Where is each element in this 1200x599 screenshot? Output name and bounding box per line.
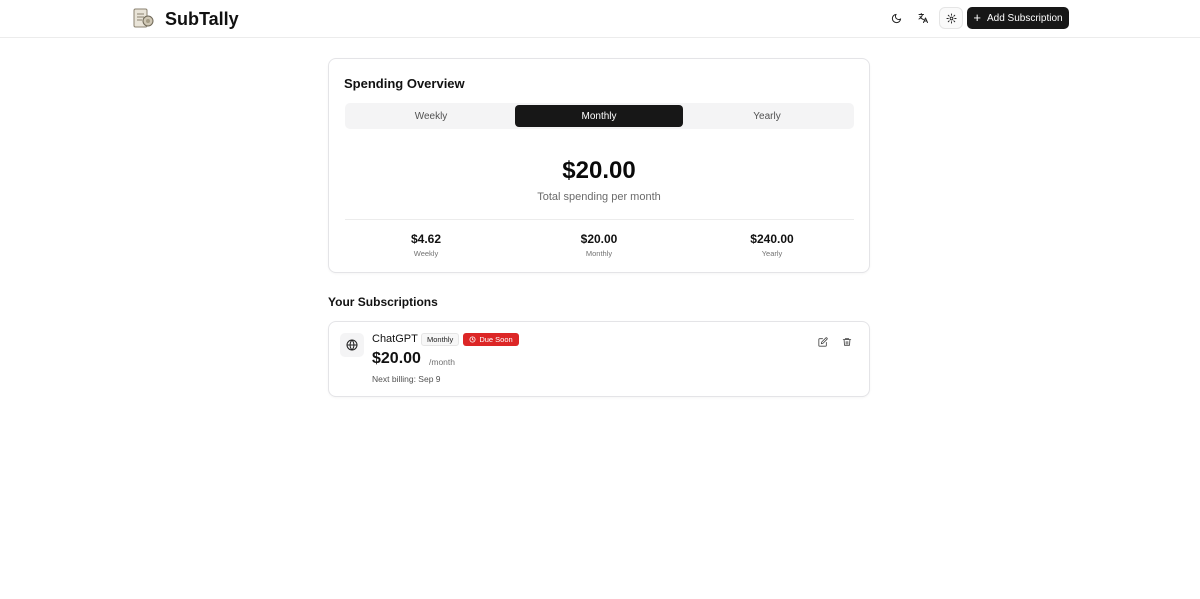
stat-monthly-value: $20.00 [580,232,618,246]
theme-toggle-button[interactable] [884,7,908,29]
app-title: SubTally [165,9,239,29]
delete-button[interactable] [840,335,854,349]
next-billing: Next billing: Sep 9 [372,374,441,384]
stat-monthly: $20.00 Monthly [539,232,659,258]
tab-monthly[interactable]: Monthly [515,105,683,127]
overview-title: Spending Overview [344,76,465,91]
subscription-price: $20.00 [372,350,421,367]
period-tabs: Weekly Monthly Yearly [345,103,854,129]
spending-overview-card: Spending Overview Weekly Monthly Yearly … [328,58,870,273]
language-button[interactable] [911,7,935,29]
gear-icon [945,12,957,24]
settings-button[interactable] [939,7,963,29]
clock-icon [469,336,476,343]
stat-weekly-label: Weekly [413,249,439,258]
language-icon [918,13,928,23]
stat-yearly-value: $240.00 [750,232,794,246]
app-logo [132,6,154,30]
add-subscription-button[interactable]: + Add Subscription [967,7,1069,29]
subscription-card[interactable]: ChatGPT Monthly Due Soon $20.00 /month N… [328,321,870,397]
stat-yearly-label: Yearly [761,249,783,258]
plus-icon: + [973,10,981,25]
receipt-logo-icon [133,8,154,28]
due-soon-badge: Due Soon [463,333,519,346]
subscription-icon [340,333,364,357]
add-subscription-label: Add Subscription [986,12,1063,24]
app-header: SubTally + Add Subscription [0,0,1200,38]
globe-icon [346,339,358,351]
total-amount: $20.00 [562,157,636,184]
tab-weekly[interactable]: Weekly [347,105,515,127]
subscription-period: /month [429,357,455,367]
stat-weekly-value: $4.62 [410,232,442,246]
stat-weekly: $4.62 Weekly [366,232,486,258]
tab-yearly[interactable]: Yearly [683,105,851,127]
total-caption: Total spending per month [537,191,661,203]
trash-icon [842,338,852,346]
due-soon-label: Due Soon [479,335,513,344]
subscriptions-title: Your Subscriptions [328,295,438,309]
edit-icon [818,337,828,347]
billing-cycle-badge: Monthly [421,333,460,346]
edit-button[interactable] [816,335,830,349]
stat-yearly: $240.00 Yearly [712,232,832,258]
divider [345,219,854,220]
subscription-name: ChatGPT [372,333,418,345]
stat-monthly-label: Monthly [585,249,613,258]
moon-icon [891,13,901,23]
